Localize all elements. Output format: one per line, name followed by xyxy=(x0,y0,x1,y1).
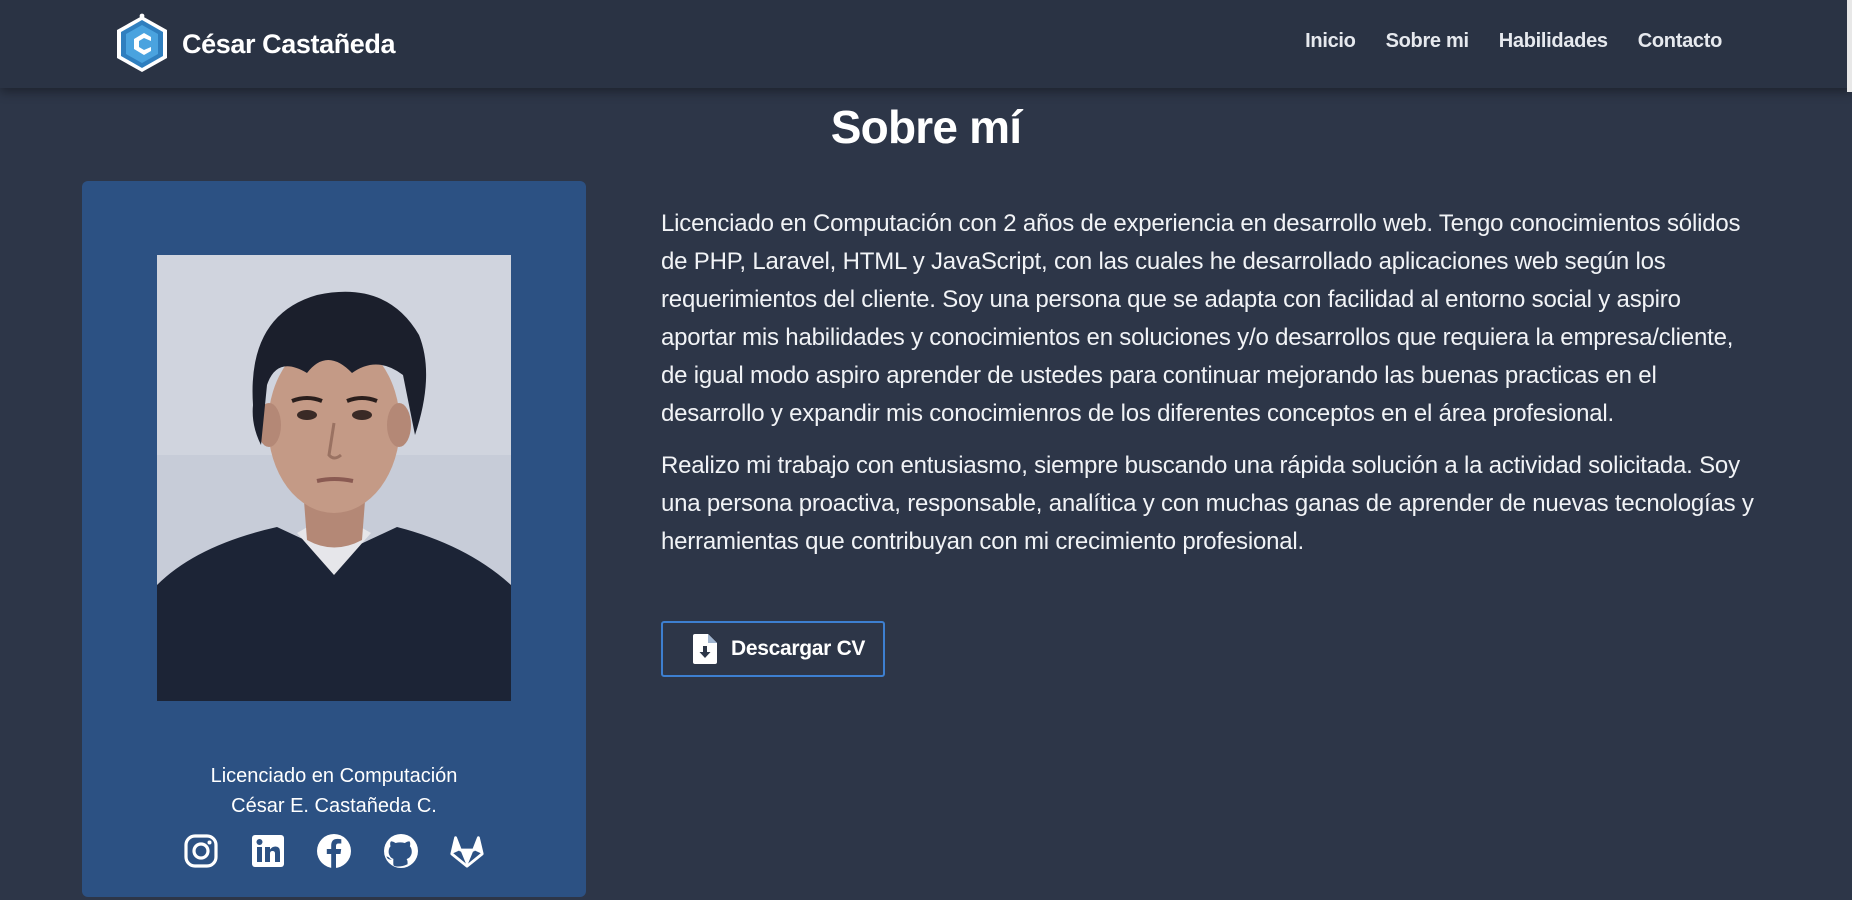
instagram-icon[interactable] xyxy=(182,832,220,870)
download-cv-label: Descargar CV xyxy=(731,637,866,660)
scrollbar[interactable] xyxy=(1847,0,1852,92)
portrait-photo xyxy=(157,255,511,701)
linkedin-icon[interactable] xyxy=(249,832,287,870)
about-paragraph-1: Licenciado en Computación con 2 años de … xyxy=(661,210,1741,427)
profile-degree: Licenciado en Computación xyxy=(210,765,458,787)
profile-name: César E. Castañeda C. xyxy=(231,795,437,817)
nav-link-contacto[interactable]: Contacto xyxy=(1638,30,1723,53)
facebook-icon[interactable] xyxy=(315,832,353,870)
navbar: César Castañeda Inicio Sobre mi Habilida… xyxy=(0,0,1852,88)
nav-link-habilidades[interactable]: Habilidades xyxy=(1499,30,1608,53)
nav-link-sobre-mi[interactable]: Sobre mi xyxy=(1386,30,1469,53)
about-text: Licenciado en Computación con 2 años de … xyxy=(661,205,1761,575)
social-links xyxy=(182,829,486,873)
nav-links: Inicio Sobre mi Habilidades Contacto xyxy=(1305,30,1722,53)
nav-link-inicio[interactable]: Inicio xyxy=(1305,30,1356,53)
about-paragraph-2: Realizo mi trabajo con entusiasmo, siemp… xyxy=(661,452,1754,555)
hexagon-c-logo-icon xyxy=(117,13,167,72)
download-cv-button[interactable]: Descargar CV xyxy=(661,621,885,677)
profile-card: Licenciado en Computación César E. Casta… xyxy=(82,181,586,897)
profile-caption: Licenciado en Computación César E. Casta… xyxy=(82,761,586,821)
file-download-icon xyxy=(693,634,717,664)
section-title: Sobre mí xyxy=(830,101,1022,153)
brand-name: César Castañeda xyxy=(182,28,396,59)
gitlab-icon[interactable] xyxy=(448,832,486,870)
brand-link[interactable]: César Castañeda xyxy=(110,13,396,75)
github-icon[interactable] xyxy=(382,832,420,870)
